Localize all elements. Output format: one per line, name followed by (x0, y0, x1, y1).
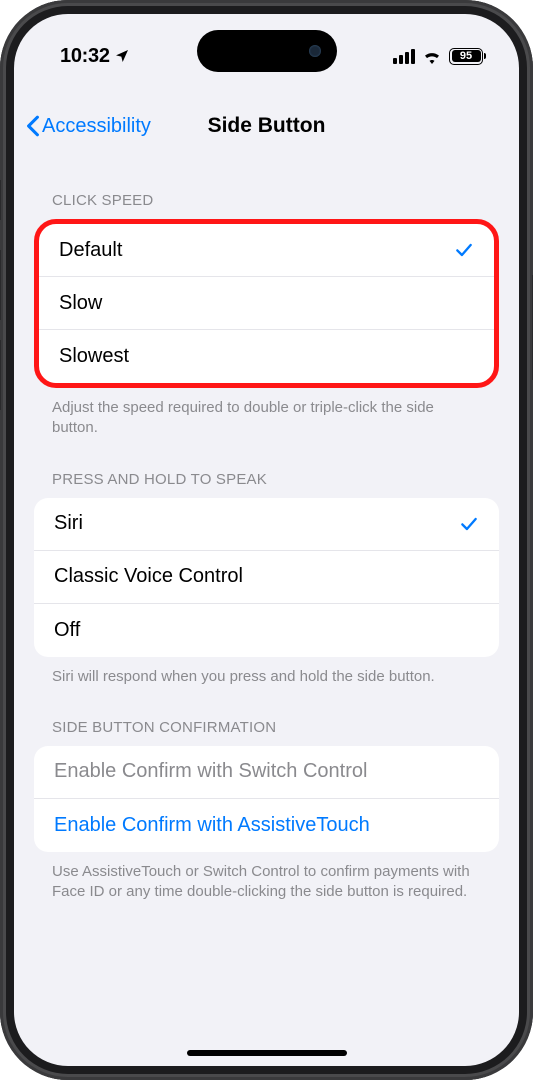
press-hold-option-classic[interactable]: Classic Voice Control (34, 551, 499, 604)
section-header-press-hold: PRESS AND HOLD TO SPEAK (34, 457, 499, 498)
chevron-left-icon (26, 115, 40, 137)
option-label: Default (59, 239, 122, 262)
home-indicator[interactable] (187, 1050, 347, 1056)
status-right: 95 (393, 48, 483, 65)
nav-bar: Accessibility Side Button (14, 98, 519, 154)
confirmation-group: Enable Confirm with Switch Control Enabl… (34, 746, 499, 852)
click-speed-option-default[interactable]: Default (39, 224, 494, 277)
wifi-icon (422, 49, 442, 64)
section-footer-press-hold: Siri will respond when you press and hol… (34, 657, 499, 705)
status-time: 10:32 (60, 45, 110, 68)
option-label: Classic Voice Control (54, 565, 243, 588)
volume-down-button (0, 340, 1, 410)
option-label: Enable Confirm with Switch Control (54, 760, 367, 783)
location-arrow-icon (114, 48, 130, 64)
content-scroll[interactable]: CLICK SPEED Default Slow Slowest Adjust … (14, 154, 519, 1066)
battery-percent: 95 (460, 50, 472, 62)
dynamic-island (197, 30, 337, 72)
battery-icon: 95 (449, 48, 483, 65)
press-hold-group: Siri Classic Voice Control Off (34, 498, 499, 657)
cellular-signal-icon (393, 49, 415, 64)
phone-frame: 10:32 95 (0, 0, 533, 1080)
option-label: Enable Confirm with AssistiveTouch (54, 814, 370, 837)
click-speed-option-slow[interactable]: Slow (39, 277, 494, 330)
press-hold-option-siri[interactable]: Siri (34, 498, 499, 551)
click-speed-group: Default Slow Slowest (34, 219, 499, 388)
front-camera (309, 45, 321, 57)
section-footer-click-speed: Adjust the speed required to double or t… (34, 388, 499, 457)
option-label: Slow (59, 292, 102, 315)
back-label: Accessibility (42, 115, 151, 138)
confirm-switch-control-button: Enable Confirm with Switch Control (34, 746, 499, 799)
mute-switch (0, 180, 1, 220)
volume-up-button (0, 250, 1, 320)
section-header-confirmation: SIDE BUTTON CONFIRMATION (34, 705, 499, 746)
page-title: Side Button (208, 114, 326, 138)
click-speed-option-slowest[interactable]: Slowest (39, 330, 494, 383)
checkmark-icon (459, 514, 479, 534)
option-label: Off (54, 619, 80, 642)
back-button[interactable]: Accessibility (26, 115, 151, 138)
confirm-assistive-touch-button[interactable]: Enable Confirm with AssistiveTouch (34, 799, 499, 852)
section-footer-confirmation: Use AssistiveTouch or Switch Control to … (34, 852, 499, 921)
status-left: 10:32 (60, 45, 130, 68)
section-header-click-speed: CLICK SPEED (34, 178, 499, 219)
option-label: Siri (54, 512, 83, 535)
screen: 10:32 95 (14, 14, 519, 1066)
press-hold-option-off[interactable]: Off (34, 604, 499, 657)
checkmark-icon (454, 240, 474, 260)
option-label: Slowest (59, 345, 129, 368)
